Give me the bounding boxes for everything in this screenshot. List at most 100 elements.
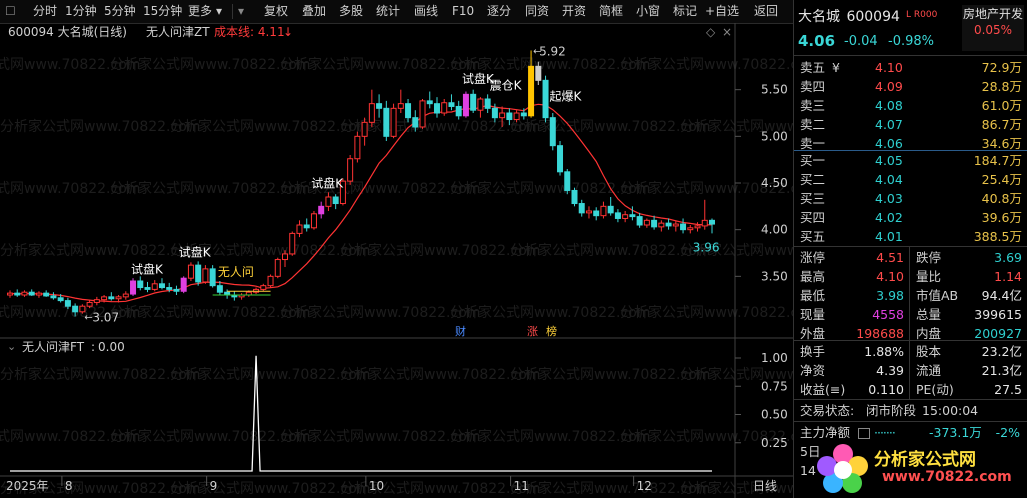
- stats-row: 净资 4.39 流通 21.3亿: [794, 361, 1027, 380]
- shipan-k-label: 试盘K: [311, 175, 344, 190]
- menu-icon[interactable]: ▾: [238, 0, 244, 23]
- bid-label: 买四: [800, 210, 826, 225]
- tag-lr: L R: [906, 10, 921, 20]
- bid-price: 4.04: [875, 172, 903, 187]
- candle-body: [115, 296, 122, 300]
- quote-panel: 大名城 600094 L R000 房地产开发 0.05% 4.06 -0.04…: [793, 0, 1027, 498]
- stats-divider: [909, 246, 910, 399]
- bid-row: 买二 4.04 25.4万: [794, 170, 1027, 189]
- candle-body: [361, 121, 368, 137]
- month-label: 9: [210, 479, 218, 493]
- indicator-name: 无人问津ZT: [146, 25, 210, 39]
- diamond-icon[interactable]: ◇: [706, 25, 716, 39]
- add-watchlist-button[interactable]: +自选: [705, 0, 739, 23]
- candle-body: [629, 214, 636, 218]
- candle-body: [665, 222, 672, 227]
- sector-box[interactable]: 房地产开发 0.05%: [962, 5, 1024, 51]
- mark-button[interactable]: 标记: [673, 0, 697, 23]
- stat-value: 3.69: [994, 250, 1022, 265]
- ask-price: 4.10: [875, 60, 903, 75]
- candle-body: [274, 259, 281, 277]
- chart-icon[interactable]: [858, 428, 870, 439]
- candle-body: [50, 295, 57, 299]
- ask-label: 卖四: [800, 79, 826, 94]
- candle-body: [535, 65, 542, 81]
- candle-body: [28, 291, 35, 296]
- tab-5min[interactable]: 5分钟: [104, 0, 136, 23]
- divider: [794, 399, 1027, 400]
- candle-body: [564, 171, 571, 191]
- candle-body: [499, 112, 506, 119]
- same-fund-button[interactable]: 同资: [525, 0, 549, 23]
- back-button[interactable]: 返回: [754, 0, 778, 23]
- chevron-down-icon[interactable]: ⌄: [7, 340, 16, 353]
- candle-body: [571, 189, 578, 205]
- cost-line-label: 成本线: 4.11: [214, 25, 285, 39]
- chevron-down-icon[interactable]: ▾: [216, 0, 222, 23]
- mini-window-button[interactable]: 小窗: [636, 0, 660, 23]
- candle-body: [506, 112, 513, 121]
- candle-body: [368, 103, 375, 123]
- tab-1min[interactable]: 1分钟: [65, 0, 97, 23]
- stat-label: 涨停: [800, 250, 826, 265]
- step-button[interactable]: 逐分: [487, 0, 511, 23]
- ask-volume: 86.7万: [981, 117, 1022, 132]
- last-price: 4.06: [798, 32, 836, 50]
- trade-time: 15:00:04: [922, 403, 979, 418]
- candle-body: [303, 224, 310, 229]
- open-fund-button[interactable]: 开资: [562, 0, 586, 23]
- candle-body: [462, 93, 469, 117]
- toolbar-divider: [232, 4, 233, 19]
- candle-body: [166, 287, 173, 290]
- sub-indicator-colon: :: [91, 340, 95, 354]
- simple-frame-button[interactable]: 简框: [599, 0, 623, 23]
- multi-stock-button[interactable]: 多股: [339, 0, 363, 23]
- event-zhang-icon: 涨: [527, 325, 538, 338]
- candle-body: [600, 205, 607, 217]
- stats-button[interactable]: 统计: [376, 0, 400, 23]
- stat-label: 量比: [916, 269, 942, 284]
- grid-icon[interactable]: ☐: [5, 0, 16, 23]
- candle-body: [433, 103, 440, 114]
- chart-area[interactable]: 分析家公式网www.70822.com分析家公式网www.70822.com分析…: [0, 23, 793, 498]
- stat-label: 股本: [916, 344, 942, 359]
- candle-body: [477, 98, 484, 111]
- candle-body: [593, 210, 600, 217]
- stat-label: 换手: [800, 344, 826, 359]
- tab-more[interactable]: 更多: [188, 0, 212, 23]
- ask-label: 卖二: [800, 117, 826, 132]
- candle-body: [491, 107, 498, 119]
- stat-label: 净资: [800, 363, 826, 378]
- sub-indicator-name: 无人问津FT: [22, 340, 85, 354]
- bid-label: 买五: [800, 229, 826, 244]
- candle-body: [585, 210, 592, 214]
- stock-code: 600094: [846, 9, 900, 25]
- bid-price: 4.03: [875, 191, 903, 206]
- close-icon[interactable]: ×: [722, 25, 732, 39]
- watermark-text: 分析家公式网www.70822.com: [620, 56, 793, 73]
- candle-body: [14, 292, 21, 296]
- ask-price: 4.09: [875, 79, 903, 94]
- candle-body: [607, 205, 614, 214]
- overlay-button[interactable]: 叠加: [302, 0, 326, 23]
- candle-body: [636, 216, 643, 226]
- candle-body: [57, 297, 64, 302]
- tab-15min[interactable]: 15分钟: [143, 0, 182, 23]
- candle-body: [614, 212, 621, 219]
- price-tick-label: 4.00: [761, 223, 788, 237]
- kline-chart[interactable]: 分析家公式网www.70822.com分析家公式网www.70822.com分析…: [0, 23, 793, 498]
- candle-body: [513, 112, 520, 121]
- trade-status: 闭市阶段: [866, 403, 917, 418]
- candle-body: [64, 300, 71, 307]
- month-label: 10: [369, 479, 384, 493]
- sector-pct: 0.05%: [973, 23, 1013, 37]
- candle-body: [390, 107, 397, 137]
- draw-line-button[interactable]: 画线: [414, 0, 438, 23]
- tab-fenshi[interactable]: 分时: [33, 0, 57, 23]
- price-tick-label: 5.50: [761, 83, 788, 97]
- f10-button[interactable]: F10: [452, 0, 474, 23]
- stat-value: 4558: [872, 307, 904, 322]
- fuquan-button[interactable]: 复权: [264, 0, 288, 23]
- month-label: 11: [514, 479, 529, 493]
- arrow-left-icon: ←: [84, 312, 92, 323]
